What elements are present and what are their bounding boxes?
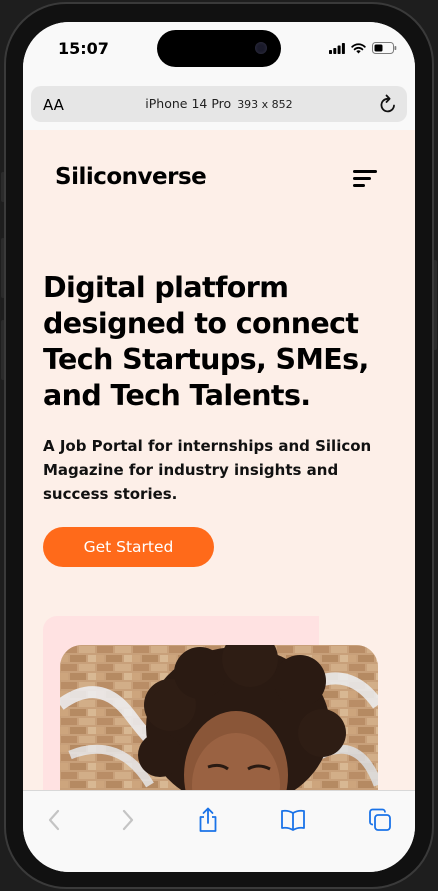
menu-line [353, 177, 371, 180]
web-page: Siliconverse Digital platform designed t… [23, 130, 415, 790]
site-logo[interactable]: Siliconverse [55, 164, 207, 190]
get-started-button[interactable]: Get Started [43, 527, 214, 567]
status-bar: 15:07 [23, 22, 415, 78]
camera-icon [255, 42, 267, 54]
reload-icon [380, 94, 395, 113]
battery-icon [372, 42, 397, 54]
menu-line [353, 184, 365, 187]
share-icon [199, 807, 217, 832]
hamburger-menu-button[interactable] [353, 168, 379, 190]
browser-toolbar [23, 790, 415, 872]
menu-line [353, 170, 377, 173]
device-name: iPhone 14 Pro [145, 96, 232, 111]
device-label: iPhone 14 Pro 393 x 852 [31, 96, 407, 111]
back-button[interactable] [37, 805, 71, 835]
address-bar[interactable]: AA iPhone 14 Pro 393 x 852 [31, 86, 407, 122]
bookmarks-icon [281, 809, 305, 831]
bookmarks-button[interactable] [276, 805, 310, 835]
hero-headline: Digital platform designed to connect Tec… [43, 271, 369, 412]
tabs-button[interactable] [363, 805, 397, 835]
status-icons [329, 42, 397, 54]
phone-screen: 15:07 AA iPhone 14 Pro 393 x 852 Silicon… [23, 22, 415, 872]
browser-address-area: AA iPhone 14 Pro 393 x 852 [23, 78, 415, 131]
status-time: 15:07 [58, 39, 109, 58]
hero-subheadline: A Job Portal for internships and Silicon… [43, 437, 372, 503]
share-button[interactable] [191, 805, 225, 835]
woman-portrait-image [60, 645, 378, 790]
cellular-signal-icon [329, 42, 345, 54]
reload-button[interactable] [379, 94, 397, 118]
phone-device: 15:07 AA iPhone 14 Pro 393 x 852 Silicon… [0, 0, 438, 891]
dynamic-island [157, 30, 281, 67]
device-dimensions: 393 x 852 [237, 98, 293, 111]
hero-photo [60, 645, 378, 790]
tabs-icon [369, 808, 391, 831]
back-icon [48, 809, 60, 831]
forward-button[interactable] [111, 805, 145, 835]
forward-icon [122, 809, 134, 831]
wifi-icon [351, 42, 366, 53]
